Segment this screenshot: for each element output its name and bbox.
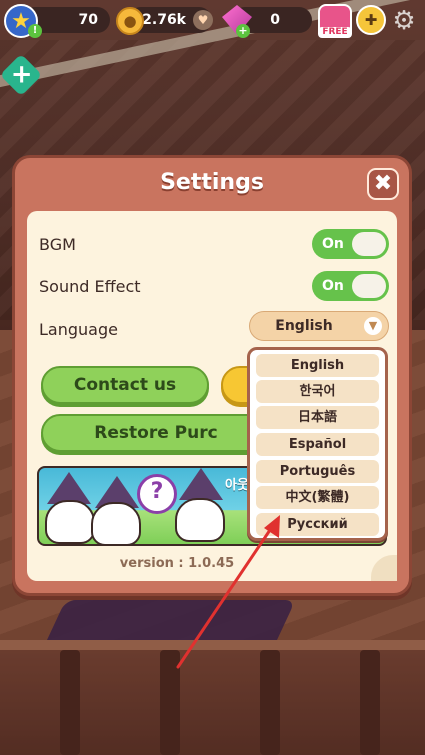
gamepad-button[interactable]: ✚ <box>356 5 386 35</box>
language-option-korean[interactable]: 한국어 <box>256 380 379 403</box>
free-gift-button[interactable]: FREE <box>318 4 352 38</box>
restore-purchase-button[interactable]: Restore Purc <box>41 414 271 452</box>
dialog-title: Settings <box>160 170 264 195</box>
language-option-russian[interactable]: Русский <box>256 513 379 536</box>
question-mark-icon: ? <box>137 474 177 514</box>
add-gem-badge[interactable]: + <box>236 24 250 38</box>
paw-coin-icon: ● <box>116 7 144 35</box>
heart-icon[interactable]: ♥ <box>193 10 213 30</box>
gem-count: 0 <box>270 12 280 28</box>
toggle-knob <box>352 232 386 256</box>
star-alert-badge: ! <box>28 24 42 38</box>
banner-text: 아웃 <box>225 478 249 493</box>
coin-count: 2.76k <box>142 12 186 28</box>
top-hud: 70 ★ ! 2.76k ● ♥ 0 + FREE ✚ ⚙ <box>0 0 425 42</box>
language-dropdown-list: English 한국어 日本語 Español Português 中文(繁體)… <box>247 347 388 541</box>
language-label: Language <box>39 320 118 339</box>
language-option-japanese[interactable]: 日本語 <box>256 406 379 429</box>
gamepad-icon: ✚ <box>364 11 378 29</box>
contact-us-button[interactable]: Contact us <box>41 366 209 404</box>
cat-character <box>175 498 225 542</box>
sound-effect-toggle[interactable]: On <box>312 271 389 301</box>
cat-character <box>45 500 95 544</box>
sound-toggle-state: On <box>322 278 344 294</box>
star-count: 70 <box>78 12 98 28</box>
bgm-label: BGM <box>39 235 76 254</box>
gear-icon[interactable]: ⚙ <box>391 8 417 34</box>
bgm-toggle[interactable]: On <box>312 229 389 259</box>
page-curl <box>371 555 397 581</box>
language-option-chinese-traditional[interactable]: 中文(繁體) <box>256 486 379 509</box>
sound-effect-label: Sound Effect <box>39 277 141 296</box>
version-text: version : 1.0.45 <box>119 556 235 571</box>
language-select[interactable]: English ▼ <box>249 311 389 341</box>
chevron-down-icon: ▼ <box>364 317 382 335</box>
cat-character <box>91 502 141 544</box>
bgm-toggle-state: On <box>322 236 344 252</box>
language-option-english[interactable]: English <box>256 354 379 377</box>
toggle-knob <box>352 274 386 298</box>
close-button[interactable]: ✖ <box>367 168 399 200</box>
language-current: English <box>275 318 333 334</box>
witch-hat <box>179 468 223 500</box>
language-option-portuguese[interactable]: Português <box>256 460 379 483</box>
free-label: FREE <box>318 27 352 38</box>
language-option-spanish[interactable]: Español <box>256 433 379 456</box>
